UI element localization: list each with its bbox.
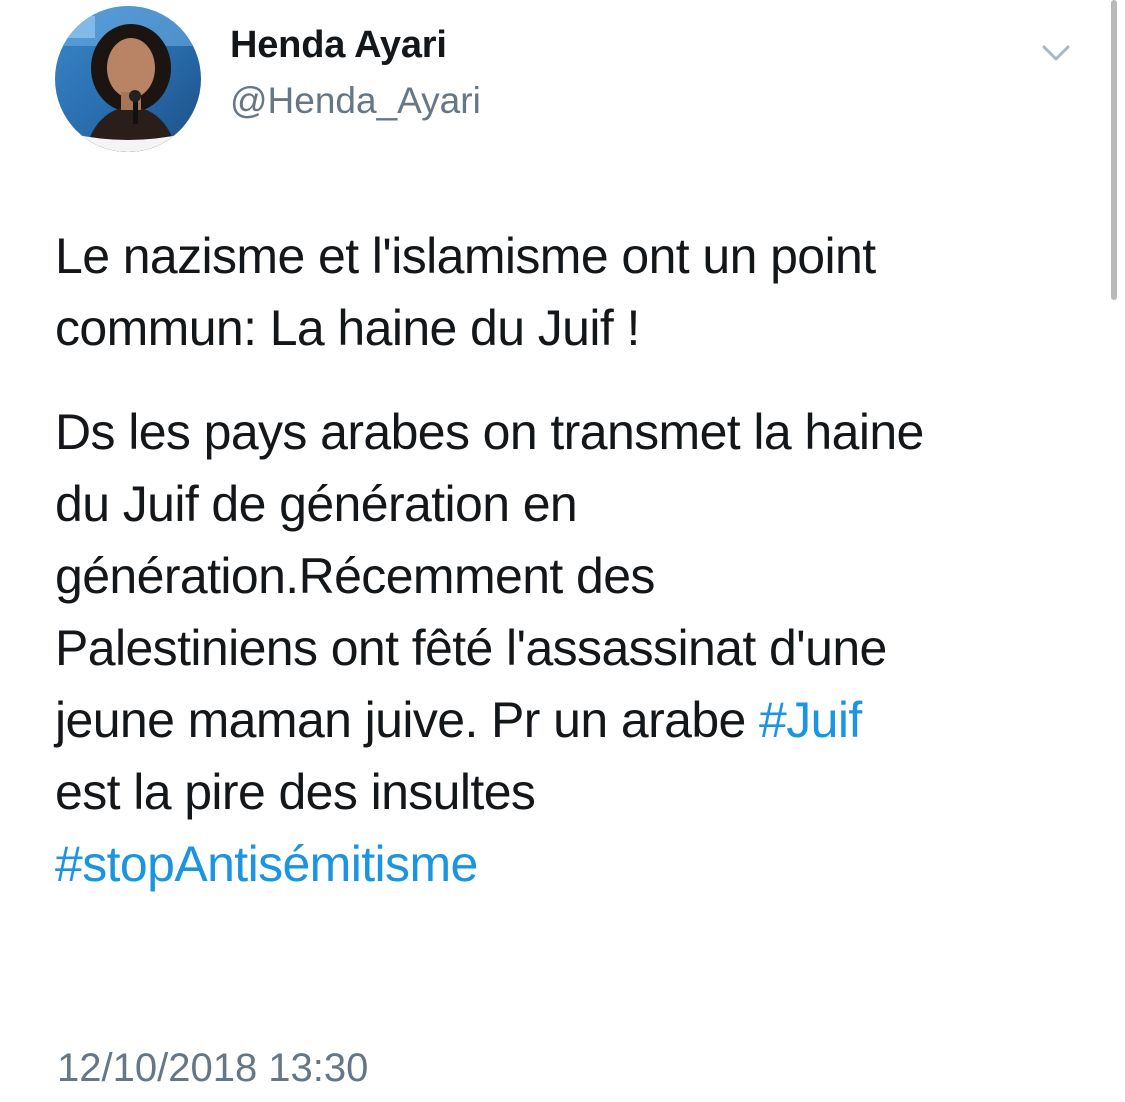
author-name[interactable]: Henda Ayari: [230, 24, 447, 67]
chevron-down-icon[interactable]: [1034, 36, 1078, 70]
author-handle[interactable]: @Henda_Ayari: [230, 80, 481, 122]
tweet-paragraph-2: Ds les pays arabes on transmet la haine …: [55, 396, 1095, 900]
tweet-line: est la pire des insultes: [55, 764, 536, 820]
avatar-photo-icon: [55, 6, 201, 152]
tweet-line: jeune maman juive. Pr un arabe #Juif: [55, 684, 1095, 756]
tweet-line: du Juif de génération en: [55, 476, 578, 532]
scrollbar[interactable]: [1111, 0, 1117, 300]
tweet-line: génération.Récemment des: [55, 548, 655, 604]
hashtag-stopantisemitisme-link[interactable]: #stopAntisémitisme: [55, 828, 1095, 900]
tweet-timestamp[interactable]: 12/10/2018 13:30: [57, 1046, 368, 1091]
hashtag-juif-link[interactable]: #Juif: [759, 692, 862, 748]
tweet-paragraph-1: Le nazisme et l'islamisme ont un point c…: [55, 220, 1095, 364]
tweet-text: Le nazisme et l'islamisme ont un point c…: [55, 220, 1095, 900]
tweet-line: Palestiniens ont fêté l'assassinat d'une: [55, 620, 887, 676]
tweet-line: commun: La haine du Juif !: [55, 300, 640, 356]
author-avatar[interactable]: [55, 6, 201, 152]
tweet-card: Henda Ayari @Henda_Ayari Le nazisme et l…: [0, 0, 1125, 1102]
tweet-line: Ds les pays arabes on transmet la haine: [55, 404, 924, 460]
tweet-line-text: jeune maman juive. Pr un arabe: [55, 692, 760, 748]
tweet-line: Le nazisme et l'islamisme ont un point: [55, 228, 876, 284]
